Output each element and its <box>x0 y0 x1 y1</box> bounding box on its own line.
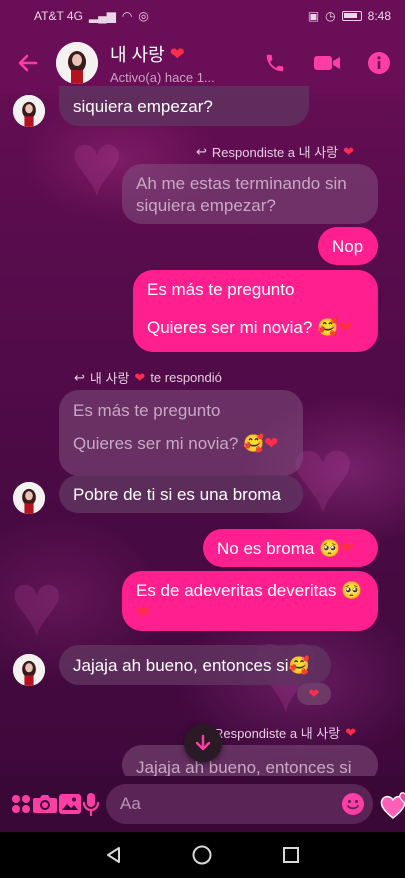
message-text: Es de adeveritas deveritas 🥺 <box>136 581 363 600</box>
message-bubble-outgoing[interactable]: Es de adeveritas deveritas 🥺 ❤ <box>122 571 378 631</box>
reply-arrow-icon: ↩ <box>74 369 85 385</box>
chat-header: 내 사랑 ❤ Activo(a) hace 1... <box>0 32 405 94</box>
info-icon <box>368 52 390 74</box>
contact-name: 내 사랑 <box>110 45 165 65</box>
reply-indicator: ↩ 내 사랑 ❤ te respondió <box>74 368 222 387</box>
quoted-text: Ah me estas terminando sin siquiera empe… <box>136 174 347 215</box>
message-bubble-outgoing[interactable]: No es broma 🥺❤ <box>203 529 378 567</box>
camera-button[interactable] <box>32 776 58 832</box>
gallery-button[interactable] <box>58 776 82 832</box>
heart-icon: ❤ <box>340 539 355 558</box>
reply-label: Respondiste a 내 사랑 <box>211 145 339 160</box>
alarm-icon: ◷ <box>325 9 336 23</box>
avatar-photo <box>13 95 45 127</box>
carrier-label: AT&T 4G <box>34 9 83 23</box>
clock: 8:48 <box>367 9 391 23</box>
contact-avatar[interactable] <box>13 654 45 686</box>
send-hearts-button[interactable] <box>379 776 405 832</box>
avatar[interactable] <box>56 42 98 84</box>
active-status: Activo(a) hace 1... <box>110 70 215 85</box>
message-input-wrapper <box>106 784 373 824</box>
home-circle-icon[interactable] <box>191 844 213 866</box>
wifi-icon: ◠ <box>121 9 133 23</box>
call-button[interactable] <box>249 32 301 94</box>
reply-contact: 내 사랑 <box>89 371 130 386</box>
message-text-line: Quieres ser mi novia? 🥰 <box>147 318 339 337</box>
heart-icon: ❤ <box>308 686 320 701</box>
avatar-photo <box>13 482 45 514</box>
recents-square-icon[interactable] <box>281 845 301 865</box>
reply-label: te respondió <box>150 370 222 385</box>
heart-icon: ❤ <box>338 318 353 337</box>
message-bubble-outgoing[interactable]: Nop <box>318 227 378 265</box>
apps-button[interactable] <box>10 776 32 832</box>
message-input[interactable] <box>120 794 341 814</box>
messenger-app: ♥ ♥ ♥ ♥ ♥ AT&T 4G ▂▄▆ ◠ ◎ ▣ ◷ 8:48 <box>0 0 405 878</box>
heart-icon: ❤ <box>264 434 279 453</box>
message-text: Nop <box>332 237 364 256</box>
four-dots-icon <box>12 795 30 813</box>
message-composer <box>0 776 405 832</box>
battery-icon <box>341 11 362 21</box>
system-navigation-bar <box>0 832 405 878</box>
smiley-icon[interactable] <box>341 792 365 816</box>
background-heart-icon: ♥ <box>10 555 64 655</box>
messenger-notification-icon: ◎ <box>138 9 149 23</box>
message-bubble-incoming[interactable]: siquiera empezar? <box>59 86 309 126</box>
message-bubble-incoming[interactable]: Pobre de ti si es una broma <box>59 475 303 513</box>
reply-arrow-icon: ↩ <box>196 143 207 159</box>
scroll-to-bottom-button[interactable] <box>184 724 222 762</box>
status-bar: AT&T 4G ▂▄▆ ◠ ◎ ▣ ◷ 8:48 <box>0 0 405 32</box>
message-text: siquiera empezar? <box>73 97 213 116</box>
hearts-icon <box>380 792 405 819</box>
info-button[interactable] <box>353 32 405 94</box>
camera-icon <box>33 795 57 813</box>
video-camera-icon <box>314 56 340 70</box>
back-button[interactable] <box>0 32 56 94</box>
quoted-text-line: Quieres ser mi novia? 🥰 <box>73 434 265 453</box>
reaction-badge[interactable]: ❤ <box>297 683 331 705</box>
microphone-icon <box>82 793 100 816</box>
signal-icon: ▂▄▆ <box>88 9 116 23</box>
heart-icon: ❤ <box>134 369 146 385</box>
arrow-down-icon <box>195 734 211 751</box>
reply-label: Respondiste a 내 사랑 <box>214 726 341 741</box>
background-heart-icon: ♥ <box>70 115 124 215</box>
avatar-photo <box>56 42 98 84</box>
mute-icon: ▣ <box>307 9 320 23</box>
arrow-left-icon <box>18 54 38 72</box>
avatar-photo <box>13 654 45 686</box>
contact-info[interactable]: 내 사랑 ❤ Activo(a) hace 1... <box>110 41 249 86</box>
message-bubble-outgoing[interactable]: Es más te pregunto Quieres ser mi novia?… <box>133 270 378 352</box>
quoted-text: Jajaja ah bueno, entonces si <box>136 758 352 777</box>
message-text: Pobre de ti si es una broma <box>73 485 281 504</box>
heart-icon: ❤ <box>169 43 185 64</box>
quoted-text-line: Es más te pregunto <box>73 401 221 420</box>
video-call-button[interactable] <box>301 32 353 94</box>
voice-button[interactable] <box>82 776 100 832</box>
reply-indicator: Respondiste a 내 사랑 ❤ <box>214 723 356 742</box>
message-text: No es broma 🥺 <box>217 539 341 558</box>
message-bubble-incoming[interactable]: Jajaja ah bueno, entonces si🥰 <box>59 645 331 685</box>
contact-avatar[interactable] <box>13 482 45 514</box>
quoted-message[interactable]: Ah me estas terminando sin siquiera empe… <box>122 164 378 224</box>
back-triangle-icon[interactable] <box>104 845 124 865</box>
contact-avatar[interactable] <box>13 95 45 127</box>
heart-icon: ❤ <box>136 603 151 622</box>
quoted-message[interactable]: Es más te pregunto Quieres ser mi novia?… <box>59 390 303 476</box>
reply-indicator: ↩ Respondiste a 내 사랑 ❤ <box>196 142 354 161</box>
phone-icon <box>266 54 284 72</box>
heart-icon: ❤ <box>343 143 355 159</box>
message-text: Jajaja ah bueno, entonces si🥰 <box>73 656 310 675</box>
heart-icon: ❤ <box>345 724 357 740</box>
message-text-line: Es más te pregunto <box>147 280 295 299</box>
image-icon <box>59 794 81 814</box>
